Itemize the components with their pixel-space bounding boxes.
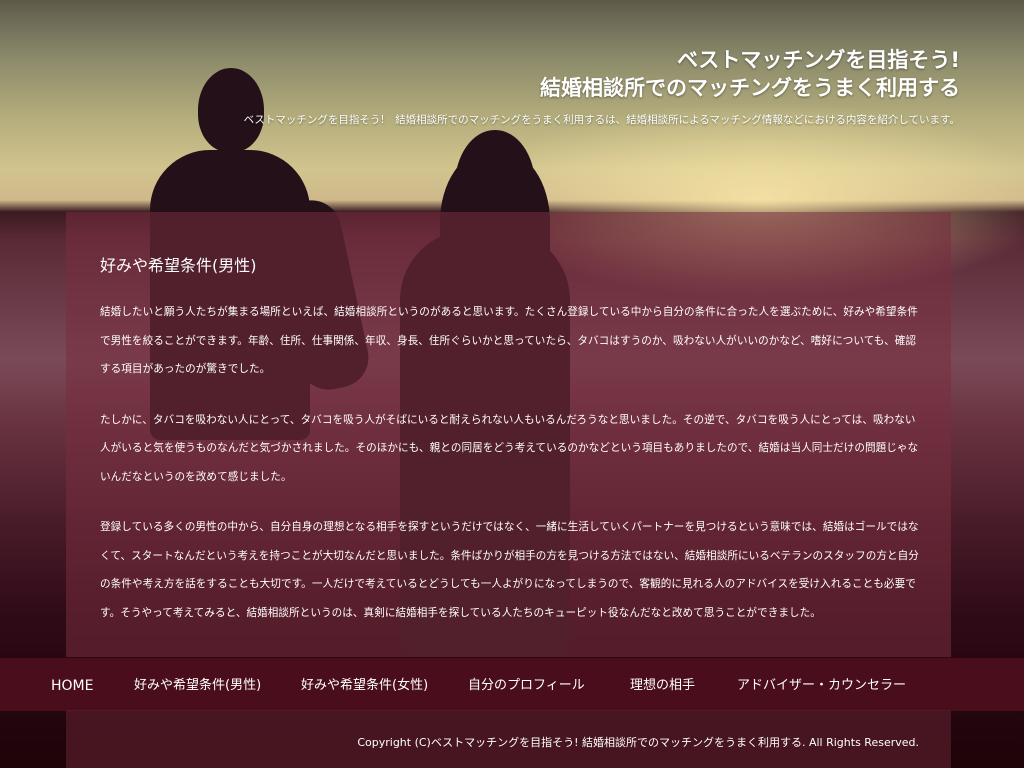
site-title-line2[interactable]: 結婚相談所でのマッチングをうまく利用する: [540, 76, 960, 100]
paragraph-1: 結婚したいと願う人たちが集まる場所といえば、結婚相談所というのがあると思います。…: [100, 306, 918, 375]
paragraph-2: たしかに、タバコを吸わない人にとって、タバコを吸う人がそばにいると耐えられない人…: [100, 413, 919, 483]
man-silhouette-head: [198, 68, 264, 152]
nav-preferences-male[interactable]: 好みや希望条件(男性): [134, 658, 261, 711]
site-title-line1[interactable]: ベストマッチングを目指そう!: [677, 48, 960, 72]
site-header: ベストマッチングを目指そう! 結婚相談所でのマッチングをうまく利用する: [540, 46, 960, 102]
nav-preferences-female[interactable]: 好みや希望条件(女性): [301, 658, 428, 711]
article: 好みや希望条件(男性) 結婚したいと願う人たちが集まる場所といえば、結婚相談所と…: [100, 252, 925, 649]
footer: Copyright (C)ベストマッチングを目指そう! 結婚相談所でのマッチング…: [66, 710, 951, 768]
nav-home[interactable]: HOME: [51, 658, 93, 711]
main-nav: HOME 好みや希望条件(男性) 好みや希望条件(女性) 自分のプロフィール 理…: [0, 657, 1024, 711]
nav-ideal-partner[interactable]: 理想の相手: [630, 658, 695, 711]
nav-profile[interactable]: 自分のプロフィール: [468, 658, 585, 711]
paragraph-3: 登録している多くの男性の中から、自分自身の理想となる相手を探すというだけではなく…: [100, 521, 919, 619]
copyright: Copyright (C)ベストマッチングを目指そう! 結婚相談所でのマッチング…: [357, 736, 919, 749]
site-title[interactable]: ベストマッチングを目指そう! 結婚相談所でのマッチングをうまく利用する: [540, 46, 960, 102]
section-title: 好みや希望条件(男性): [100, 256, 257, 275]
site-description: ベストマッチングを目指そう! 結婚相談所でのマッチングをうまく利用するは、結婚相…: [243, 114, 960, 126]
nav-advisor-counselor[interactable]: アドバイザー・カウンセラー: [737, 658, 906, 711]
content-panel: 好みや希望条件(男性) 結婚したいと願う人たちが集まる場所といえば、結婚相談所と…: [66, 212, 951, 657]
